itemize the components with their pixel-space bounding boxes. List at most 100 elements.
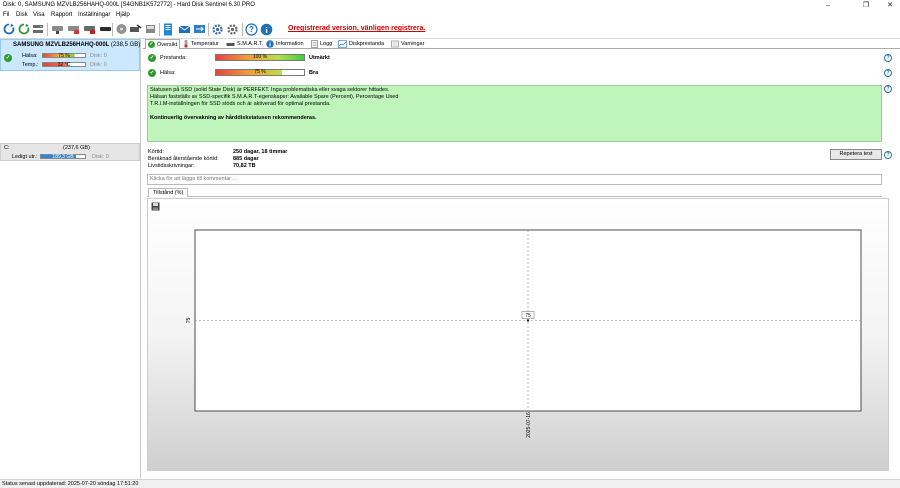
comment-input[interactable]: Klicka för att lägga till kommentar ... bbox=[147, 174, 882, 185]
remaining-value: 885 dagar bbox=[233, 156, 259, 162]
tab-information[interactable]: Information bbox=[264, 39, 306, 49]
health-label: Hälsa: bbox=[22, 53, 38, 59]
health-minibar: 75 % bbox=[42, 53, 86, 59]
health-chart: 75 75 2025-07-16 bbox=[186, 229, 862, 438]
x-tick-label: 2025-07-16 bbox=[526, 412, 532, 438]
settings-icon[interactable] bbox=[210, 22, 224, 36]
disk-info-icon[interactable] bbox=[114, 22, 128, 36]
close-button[interactable]: ✕ bbox=[880, 0, 900, 11]
help-icon[interactable]: ? bbox=[884, 151, 892, 159]
toolbar-separator bbox=[112, 23, 113, 36]
toolbar: ? i bbox=[0, 20, 900, 39]
powered-on-value: 250 dagar, 18 timmar bbox=[233, 149, 288, 155]
data-point bbox=[526, 319, 530, 322]
drive-gray-icon[interactable] bbox=[50, 22, 64, 36]
free-space-label: Ledigt utr.: bbox=[12, 154, 38, 160]
health-ok-icon: ✓ bbox=[4, 54, 12, 62]
tab-label: Temperatur bbox=[191, 41, 219, 47]
info-icon bbox=[266, 40, 274, 48]
toolbar-separator bbox=[47, 23, 48, 36]
data-label: 75 bbox=[525, 313, 531, 319]
check-icon: ✓ bbox=[148, 41, 155, 48]
menu-view[interactable]: Visa bbox=[33, 12, 45, 18]
retest-button[interactable]: Repetera test bbox=[830, 149, 882, 160]
volume-disk-index: Disk: 0 bbox=[92, 154, 109, 160]
menu-bar: Fil Disk Visa Rapport Inställningar Hjäl… bbox=[0, 11, 900, 20]
disk-name: SAMSUNG MZVLB256HAHQ-000L (238,5 GB) bbox=[13, 42, 141, 48]
registration-link[interactable]: Oregistrerad version, vänligen registrer… bbox=[288, 25, 425, 32]
menu-report[interactable]: Rapport bbox=[51, 12, 72, 18]
status-line: Statusen på SSD (solid State Disk) är PE… bbox=[150, 87, 390, 93]
title-bar: Disk: 0, SAMSUNG MZVLB256HAHQ-000L [S4GN… bbox=[0, 0, 900, 11]
toolbar-separator bbox=[242, 23, 243, 36]
drive-list-icon[interactable] bbox=[31, 22, 45, 36]
disk-scan-icon[interactable] bbox=[128, 22, 142, 36]
volume-card[interactable]: C: (237,6 GB) Ledigt utr.: 189,3 GB Disk… bbox=[0, 143, 140, 161]
toolbar-separator bbox=[159, 23, 160, 36]
status-description: Statusen på SSD (solid State Disk) är PE… bbox=[147, 85, 882, 142]
temp-label: Temp.: bbox=[22, 62, 39, 68]
tab-bar: ✓ Översikt Temperatur S.M.A.R.T. Informat… bbox=[143, 39, 900, 49]
tab-temperature[interactable]: Temperatur bbox=[181, 39, 221, 49]
status-recommendation: Kontinuerlig övervakning av hårddiskstat… bbox=[150, 115, 317, 121]
mail-report-icon[interactable] bbox=[177, 22, 191, 36]
health-bar: 75 % bbox=[215, 69, 305, 76]
send-icon[interactable] bbox=[192, 22, 206, 36]
disk-card[interactable]: SAMSUNG MZVLB256HAHQ-000L (238,5 GB) ✓ H… bbox=[0, 39, 140, 71]
status-line: Hälsan fastställs av SSD-specifik S.M.A.… bbox=[150, 94, 399, 100]
performance-bar: 100 % bbox=[215, 54, 305, 61]
gear-icon[interactable] bbox=[225, 22, 239, 36]
volume-size: (237,6 GB) bbox=[63, 145, 90, 151]
tab-label: Logg bbox=[320, 41, 333, 47]
help-icon[interactable]: ? bbox=[884, 69, 892, 77]
drive-red2-icon[interactable] bbox=[82, 22, 96, 36]
menu-settings[interactable]: Inställningar bbox=[78, 12, 110, 18]
device-list-pane bbox=[0, 39, 141, 479]
info-icon[interactable]: i bbox=[259, 22, 273, 36]
tab-disk-performance[interactable]: Diskprestanda bbox=[336, 39, 386, 49]
remaining-label: Beräknad återstående körtid: bbox=[148, 156, 219, 162]
chart-area: 75 75 2025-07-16 bbox=[147, 198, 889, 471]
chart-tab-bar: Tillstånd (%) bbox=[147, 188, 882, 197]
document-icon[interactable] bbox=[161, 22, 175, 36]
performance-rating: Utmärkt bbox=[309, 55, 330, 61]
tab-overview[interactable]: ✓ Översikt bbox=[145, 39, 181, 49]
health-label: Hälsa: bbox=[160, 70, 176, 76]
tab-label: Diskprestanda bbox=[349, 41, 385, 47]
refresh-icon[interactable] bbox=[2, 22, 16, 36]
alert-icon bbox=[391, 40, 399, 48]
powered-on-label: Körtid: bbox=[148, 149, 164, 155]
tab-log[interactable]: Logg bbox=[309, 39, 334, 49]
tab-health-history[interactable]: Tillstånd (%) bbox=[148, 188, 189, 197]
drive-black-icon[interactable] bbox=[98, 22, 112, 36]
refresh-all-icon[interactable] bbox=[17, 22, 31, 36]
tab-label: Information bbox=[276, 41, 304, 47]
minimize-button[interactable]: – bbox=[818, 0, 838, 11]
maximize-button[interactable]: ❐ bbox=[856, 0, 876, 11]
help-icon[interactable]: ? bbox=[884, 54, 892, 62]
y-tick-label: 75 bbox=[186, 318, 192, 324]
window-title: Disk: 0, SAMSUNG MZVLB256HAHQ-000L [S4GN… bbox=[3, 2, 255, 8]
menu-disk[interactable]: Disk bbox=[16, 12, 28, 18]
performance-icon bbox=[338, 40, 347, 48]
tab-smart[interactable]: S.M.A.R.T. bbox=[224, 39, 265, 49]
tab-alerts[interactable]: Varningar bbox=[389, 39, 426, 49]
lifetime-writes-label: Livstidsskrivningar: bbox=[148, 163, 195, 169]
smart-icon bbox=[226, 42, 235, 46]
svg-text:?: ? bbox=[249, 25, 254, 34]
health-disk-index: Disk: 0 bbox=[90, 53, 107, 59]
performance-ok-icon: ✓ bbox=[148, 54, 156, 62]
tab-label: Varningar bbox=[401, 41, 425, 47]
menu-file[interactable]: Fil bbox=[3, 12, 9, 18]
log-icon bbox=[311, 40, 318, 48]
help-icon[interactable]: ? bbox=[884, 85, 892, 93]
temp-disk-index: Disk: 0 bbox=[90, 62, 107, 68]
lifetime-writes-value: 70,82 TB bbox=[233, 163, 256, 169]
performance-label: Prestanda: bbox=[160, 55, 187, 61]
help-icon[interactable]: ? bbox=[244, 22, 258, 36]
report-icon[interactable] bbox=[143, 22, 157, 36]
menu-help[interactable]: Hjälp bbox=[116, 12, 130, 18]
drive-red-icon[interactable] bbox=[66, 22, 80, 36]
health-ok-icon: ✓ bbox=[148, 69, 156, 77]
status-line: T.R.I.M-inställningen för SSD stöds och … bbox=[150, 101, 331, 107]
